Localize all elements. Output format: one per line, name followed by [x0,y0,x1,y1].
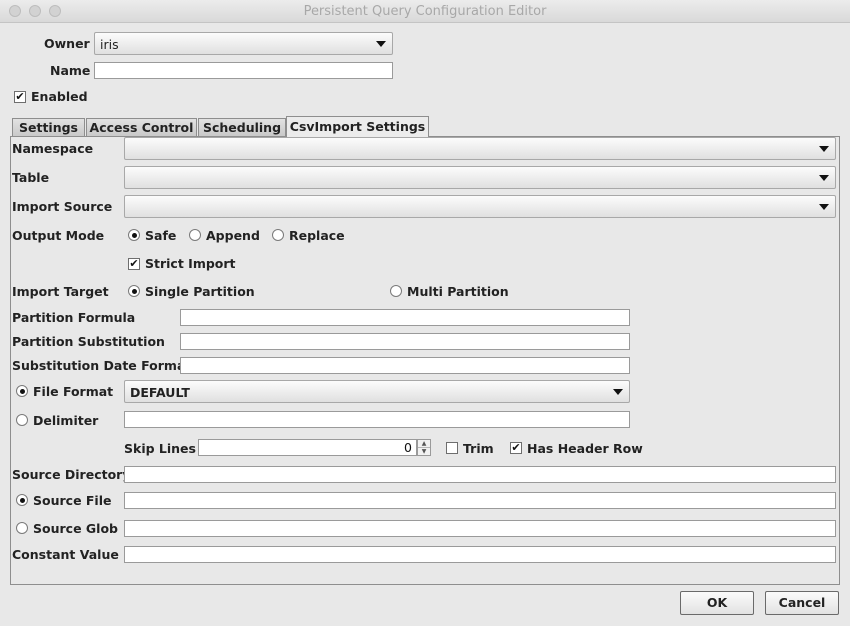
file-format-label: File Format [33,384,114,399]
output-mode-safe-radio[interactable] [128,229,140,241]
import-target-single-radio[interactable] [128,285,140,297]
output-mode-append-radio[interactable] [189,229,201,241]
name-label: Name [50,63,91,78]
output-mode-label: Output Mode [12,228,105,243]
spin-down-icon[interactable]: ▼ [418,448,430,456]
import-target-single-label: Single Partition [145,284,255,299]
spin-up-icon[interactable]: ▲ [418,440,430,448]
chevron-down-icon [376,41,386,47]
trim-checkbox[interactable] [446,442,458,454]
has-header-row-checkbox[interactable]: ✔ [510,442,522,454]
skip-lines-spinner[interactable]: ▲ ▼ [417,439,431,456]
partition-formula-input[interactable] [180,309,630,326]
enabled-checkbox[interactable]: ✔ [14,91,26,103]
source-directory-input[interactable] [124,466,836,483]
chevron-down-icon [819,146,829,152]
import-source-dropdown[interactable] [124,195,836,218]
substitution-date-format-label: Substitution Date Format [12,358,192,373]
trim-label: Trim [463,441,494,456]
source-directory-label: Source Directory [12,467,131,482]
strict-import-checkbox[interactable]: ✔ [128,258,140,270]
namespace-dropdown[interactable] [124,137,836,160]
file-format-dropdown[interactable]: DEFAULT [124,380,630,403]
strict-import-label: Strict Import [145,256,236,271]
import-target-multi-label: Multi Partition [407,284,509,299]
import-target-multi-radio[interactable] [390,285,402,297]
output-mode-replace-radio[interactable] [272,229,284,241]
cancel-button[interactable]: Cancel [765,591,839,615]
tab-access-control[interactable]: Access Control [86,118,197,136]
constant-value-label: Constant Value [12,547,119,562]
source-file-radio[interactable] [16,494,28,506]
partition-substitution-input[interactable] [180,333,630,350]
owner-label: Owner [44,36,90,51]
has-header-row-label: Has Header Row [527,441,643,456]
substitution-date-format-input[interactable] [180,357,630,374]
namespace-label: Namespace [12,141,94,156]
file-format-radio[interactable] [16,385,28,397]
source-file-label: Source File [33,493,112,508]
source-file-input[interactable] [124,492,836,509]
skip-lines-input[interactable]: 0 [198,439,417,456]
source-glob-radio[interactable] [16,522,28,534]
delimiter-radio[interactable] [16,414,28,426]
window-title: Persistent Query Configuration Editor [303,4,547,19]
import-source-label: Import Source [12,199,113,214]
tab-scheduling[interactable]: Scheduling [198,118,286,136]
import-target-label: Import Target [12,284,109,299]
title-bar: Persistent Query Configuration Editor [0,0,850,23]
source-glob-label: Source Glob [33,521,118,536]
owner-value: iris [100,37,119,52]
output-mode-safe-label: Safe [145,228,177,243]
tab-csvimport-settings[interactable]: CsvImport Settings [286,116,429,137]
source-glob-input[interactable] [124,520,836,537]
skip-lines-label: Skip Lines [124,441,196,456]
constant-value-input[interactable] [124,546,836,563]
output-mode-append-label: Append [206,228,260,243]
table-dropdown[interactable] [124,166,836,189]
ok-button[interactable]: OK [680,591,754,615]
partition-substitution-label: Partition Substitution [12,334,165,349]
enabled-label: Enabled [31,89,88,104]
table-label: Table [12,170,50,185]
chevron-down-icon [819,204,829,210]
delimiter-label: Delimiter [33,413,99,428]
output-mode-replace-label: Replace [289,228,345,243]
delimiter-input[interactable] [124,411,630,428]
tab-settings[interactable]: Settings [12,118,85,136]
owner-dropdown[interactable]: iris [94,32,393,55]
name-input[interactable] [94,62,393,79]
file-format-value: DEFAULT [130,385,190,400]
partition-formula-label: Partition Formula [12,310,136,325]
chevron-down-icon [819,175,829,181]
chevron-down-icon [613,389,623,395]
